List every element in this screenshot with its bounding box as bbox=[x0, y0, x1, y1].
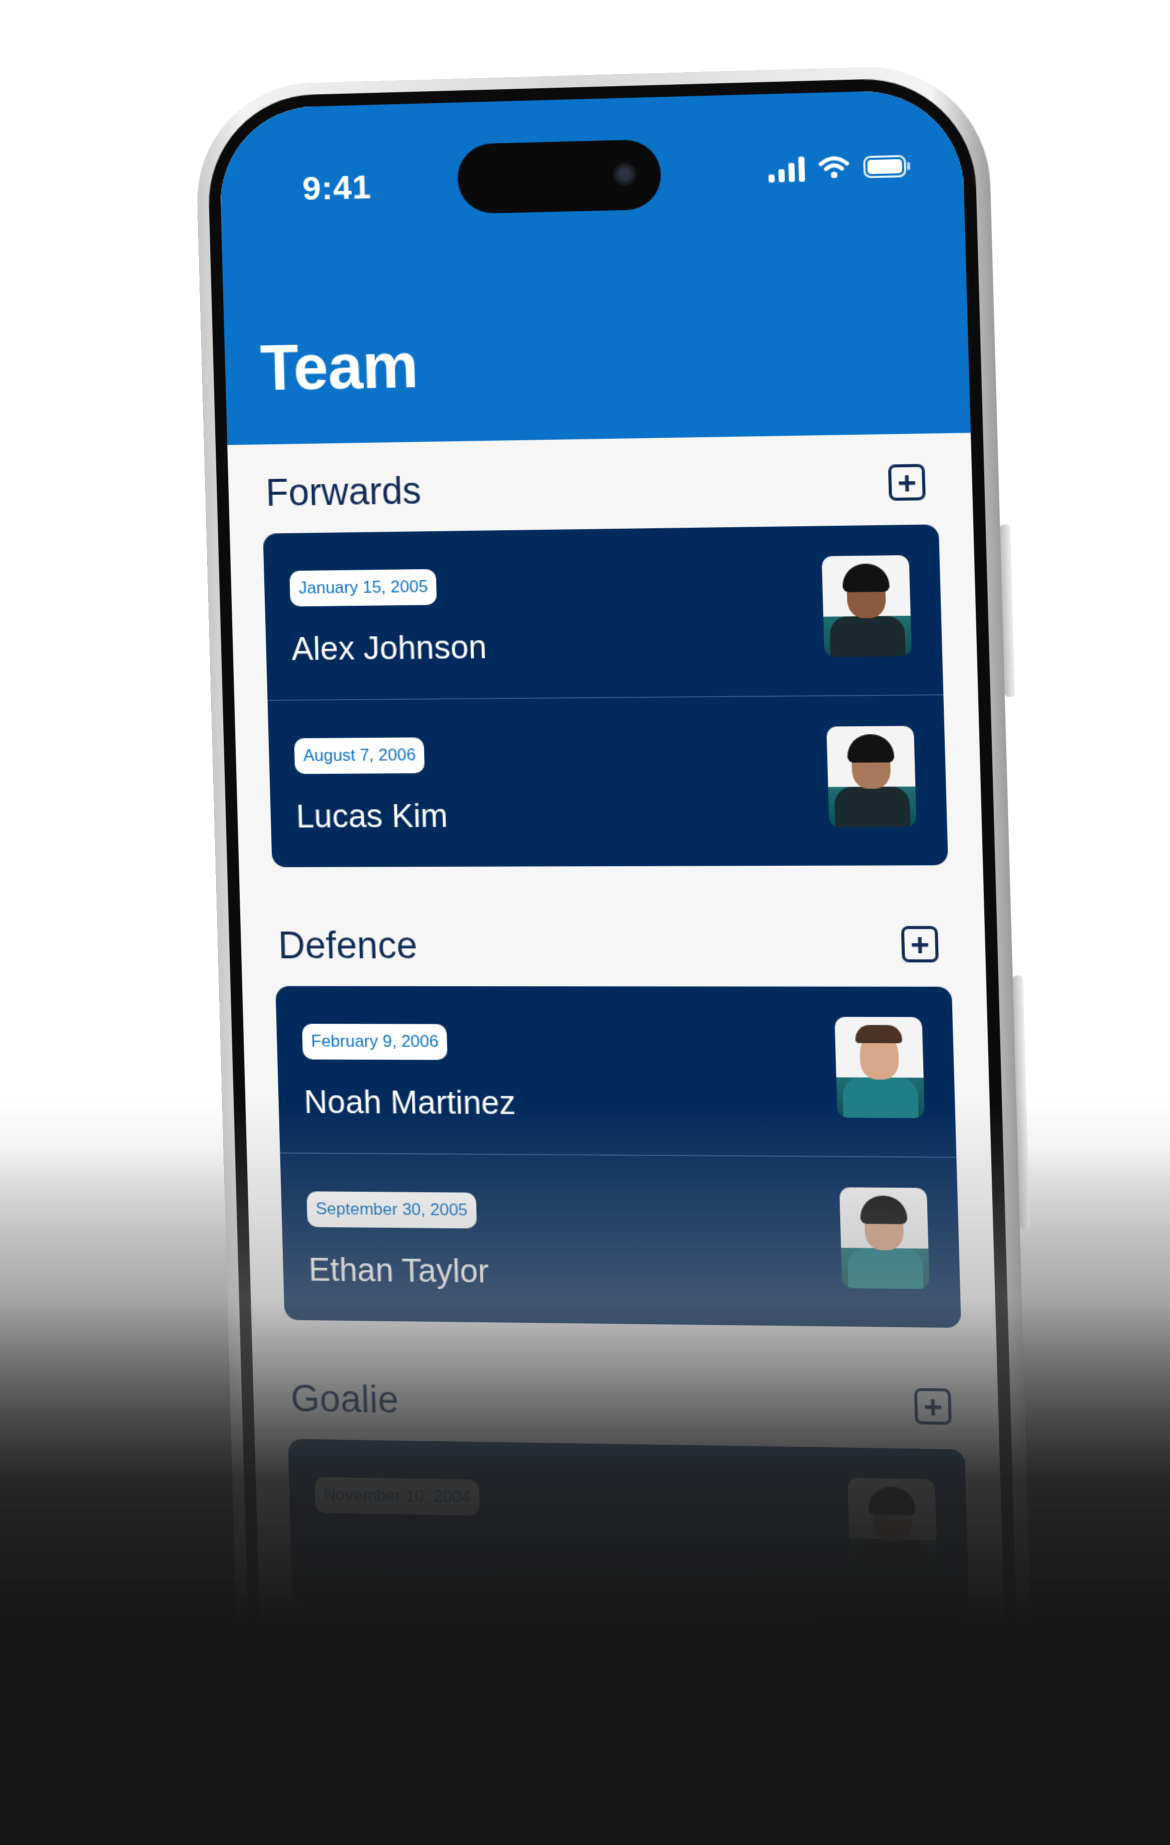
player-avatar bbox=[839, 1187, 930, 1290]
goalie-card: November 10, 2004 bbox=[287, 1438, 970, 1620]
player-avatar bbox=[821, 555, 912, 657]
wifi-icon bbox=[818, 155, 849, 179]
player-row[interactable]: January 15, 2005 Alex Johnson bbox=[262, 524, 944, 701]
add-goalie-button[interactable]: + bbox=[914, 1387, 952, 1425]
defence-card: February 9, 2006 Noah Martinez September… bbox=[275, 986, 962, 1328]
section-title: Forwards bbox=[265, 470, 422, 515]
side-button bbox=[1012, 975, 1031, 1230]
section-header-forwards: Forwards + bbox=[260, 433, 938, 533]
player-row[interactable]: September 30, 2005 Ethan Taylor bbox=[280, 1153, 961, 1327]
player-row[interactable]: November 10, 2004 bbox=[288, 1439, 970, 1620]
player-avatar bbox=[826, 725, 917, 828]
dob-badge: September 30, 2005 bbox=[306, 1191, 477, 1229]
player-name: Alex Johnson bbox=[291, 628, 488, 667]
dob-badge: February 9, 2006 bbox=[301, 1023, 448, 1060]
player-row[interactable]: February 9, 2006 Noah Martinez bbox=[275, 986, 957, 1158]
player-row[interactable]: August 7, 2006 Lucas Kim bbox=[268, 695, 949, 867]
section-title: Goalie bbox=[290, 1378, 400, 1422]
section-header-goalie: Goalie + bbox=[285, 1350, 964, 1450]
battery-icon bbox=[863, 154, 907, 179]
plus-icon: + bbox=[922, 1388, 943, 1425]
section-title: Defence bbox=[277, 925, 418, 968]
forwards-card: January 15, 2005 Alex Johnson August 7, … bbox=[262, 524, 949, 868]
player-avatar bbox=[847, 1477, 938, 1581]
dob-badge: August 7, 2006 bbox=[294, 737, 426, 774]
section-header-defence: Defence + bbox=[273, 896, 952, 987]
player-avatar bbox=[834, 1016, 925, 1119]
player-name: Noah Martinez bbox=[303, 1083, 517, 1122]
dynamic-island bbox=[456, 139, 662, 215]
app-header: 9:41 Team bbox=[218, 88, 971, 446]
plus-icon: + bbox=[909, 926, 930, 963]
team-list: Forwards + January 15, 2005 Alex Johnson bbox=[227, 433, 1005, 1651]
plus-icon: + bbox=[896, 464, 917, 501]
dob-badge: November 10, 2004 bbox=[314, 1477, 481, 1516]
status-icons bbox=[768, 153, 907, 183]
dob-badge: January 15, 2005 bbox=[289, 569, 438, 607]
status-time: 9:41 bbox=[301, 168, 372, 208]
camera-icon bbox=[612, 161, 638, 187]
add-defence-button[interactable]: + bbox=[901, 926, 939, 963]
side-button bbox=[999, 524, 1016, 697]
page-title: Team bbox=[259, 329, 419, 404]
player-name: Lucas Kim bbox=[295, 796, 449, 835]
signal-icon bbox=[768, 156, 806, 183]
phone-frame: 9:41 Team Forwards + January 15, 2005 Al… bbox=[194, 63, 1036, 1788]
marketing-stage: 9:41 Team Forwards + January 15, 2005 Al… bbox=[0, 0, 1170, 1845]
app-screen: 9:41 Team Forwards + January 15, 2005 Al… bbox=[218, 88, 1009, 1787]
player-name: Ethan Taylor bbox=[308, 1250, 490, 1290]
add-forward-button[interactable]: + bbox=[888, 463, 926, 501]
